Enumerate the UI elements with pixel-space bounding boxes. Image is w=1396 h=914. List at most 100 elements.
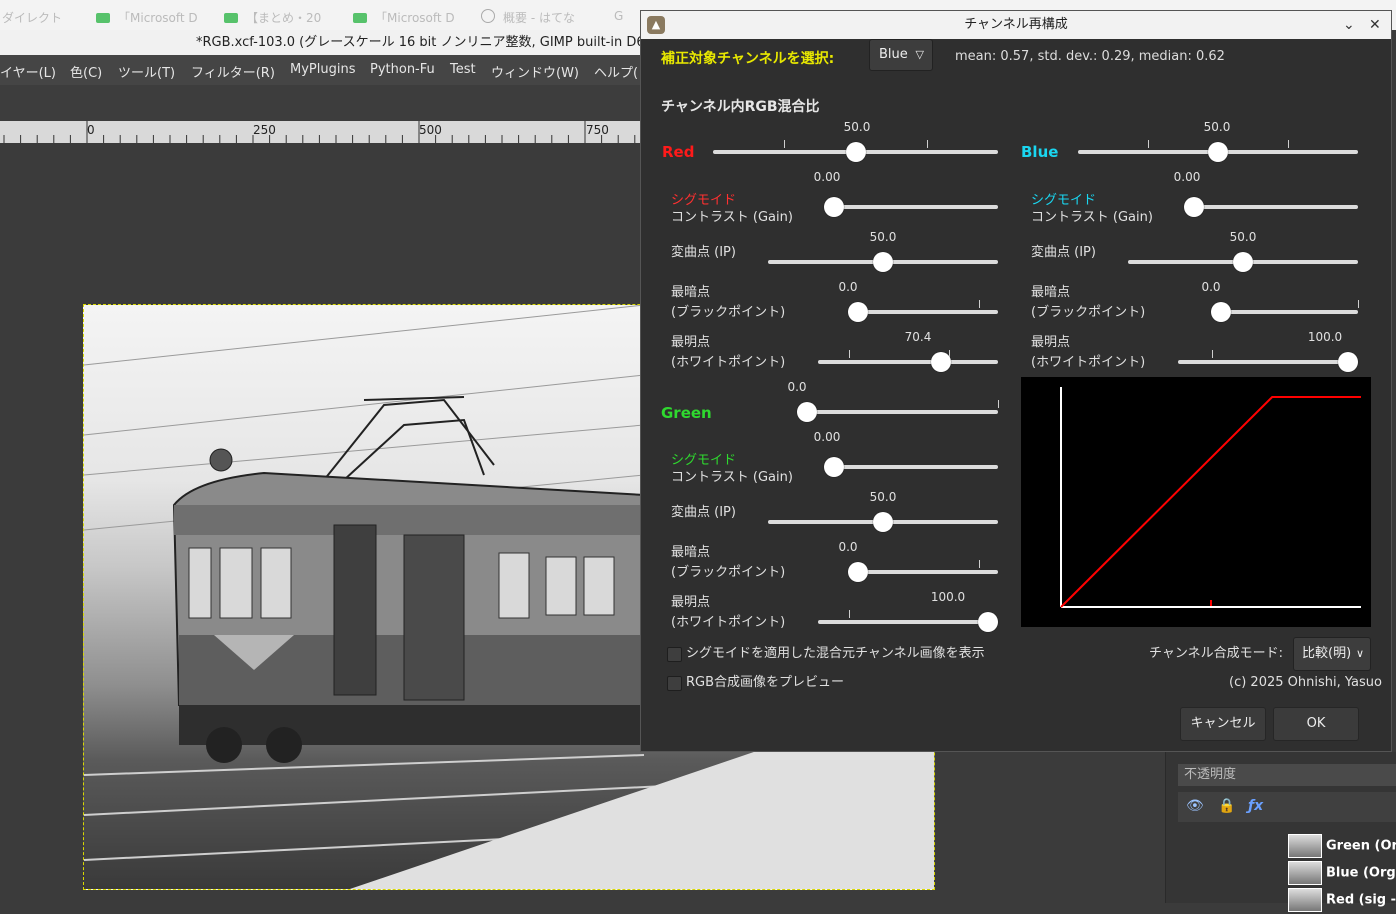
menu-python-fu[interactable]: Python-Fu bbox=[370, 62, 435, 77]
green-channel-label: Green bbox=[661, 404, 712, 422]
red-contrast-label: コントラスト (Gain) bbox=[671, 210, 793, 225]
preview-label: RGB合成画像をプレビュー bbox=[686, 675, 845, 690]
green-black-label-sub: (ブラックポイント) bbox=[671, 565, 786, 580]
chevron-down-icon: ∨ bbox=[1355, 647, 1364, 660]
browser-tab[interactable]: 「Microsoft D bbox=[96, 9, 198, 26]
browser-tab[interactable]: 【まとめ・20 bbox=[224, 9, 321, 26]
green-sigmoid-label: シグモイド bbox=[671, 453, 737, 468]
green-white-slider[interactable] bbox=[818, 610, 998, 632]
red-black-slider[interactable] bbox=[848, 300, 998, 322]
blend-mode-select[interactable]: 比較(明) ∨ bbox=[1293, 637, 1371, 671]
green-ip-slider[interactable] bbox=[768, 512, 998, 532]
red-contrast-value: 0.00 bbox=[813, 170, 841, 184]
edge-icon bbox=[353, 13, 367, 23]
browser-tab[interactable]: ダイレクト bbox=[2, 9, 62, 26]
gimp-menubar: イヤー(L) 色(C) ツール(T) フィルター(R) MyPlugins Py… bbox=[0, 55, 640, 85]
edge-icon bbox=[224, 13, 238, 23]
blue-white-value: 100.0 bbox=[1307, 330, 1343, 344]
red-channel-label: Red bbox=[662, 143, 695, 161]
blue-value: 50.0 bbox=[1203, 120, 1231, 134]
opacity-field[interactable]: 不透明度 bbox=[1178, 764, 1396, 786]
layer-row[interactable]: Green (Org bbox=[1288, 834, 1396, 860]
layer-thumbnail bbox=[1288, 834, 1322, 858]
layer-lock-bar: 👁 🔒 ƒx bbox=[1178, 792, 1396, 822]
preview-checkbox[interactable] bbox=[667, 676, 682, 691]
show-sigmoid-checkbox[interactable] bbox=[667, 647, 682, 662]
blue-ip-value: 50.0 bbox=[1229, 230, 1257, 244]
target-channel-select[interactable]: Blue ▽ bbox=[869, 39, 933, 71]
layer-row[interactable]: Blue (Org - bbox=[1288, 861, 1396, 887]
layer-thumbnail bbox=[1288, 888, 1322, 912]
blue-channel-label: Blue bbox=[1021, 143, 1059, 161]
green-white-label-sub: (ホワイトポイント) bbox=[671, 615, 786, 630]
red-black-label: 最暗点 bbox=[671, 285, 711, 300]
green-value: 0.0 bbox=[787, 380, 807, 394]
curve-preview-graph bbox=[1021, 377, 1371, 627]
green-ip-label: 変曲点 (IP) bbox=[671, 505, 736, 520]
curve-preview-svg bbox=[1060, 387, 1361, 608]
chevron-down-icon: ▽ bbox=[915, 48, 924, 61]
eye-icon[interactable]: 👁 bbox=[1186, 798, 1204, 814]
layer-thumbnail bbox=[1288, 861, 1322, 885]
green-black-value: 0.0 bbox=[838, 540, 858, 554]
red-value: 50.0 bbox=[843, 120, 871, 134]
green-contrast-slider[interactable] bbox=[824, 457, 998, 477]
blue-mix-slider[interactable] bbox=[1078, 140, 1358, 162]
menu-test[interactable]: Test bbox=[450, 62, 476, 77]
mode-label: チャンネル合成モード: bbox=[1149, 646, 1283, 661]
cancel-button[interactable]: キャンセル bbox=[1180, 707, 1266, 741]
red-black-value: 0.0 bbox=[838, 280, 858, 294]
red-sigmoid-label: シグモイド bbox=[671, 193, 737, 208]
menu-help[interactable]: ヘルプ( bbox=[594, 62, 638, 81]
blue-white-label-sub: (ホワイトポイント) bbox=[1031, 355, 1146, 370]
layer-row[interactable]: Red (sig - R bbox=[1288, 888, 1396, 914]
close-icon[interactable]: ✕ bbox=[1369, 11, 1381, 39]
red-mix-slider[interactable] bbox=[713, 140, 998, 162]
red-white-label-sub: (ホワイトポイント) bbox=[671, 355, 786, 370]
minimize-chevron-icon[interactable]: ⌄ bbox=[1343, 11, 1355, 39]
red-ip-value: 50.0 bbox=[869, 230, 897, 244]
green-ip-value: 50.0 bbox=[869, 490, 897, 504]
horizontal-ruler[interactable]: 0 250 500 750 bbox=[0, 121, 640, 143]
red-ip-slider[interactable] bbox=[768, 252, 998, 272]
ruler-label: 750 bbox=[586, 123, 609, 137]
channel-recompose-dialog: ▲ チャンネル再構成 ⌄ ✕ 補正対象チャンネルを選択: Blue ▽ mean… bbox=[640, 10, 1392, 752]
channel-stats: mean: 0.57, std. dev.: 0.29, median: 0.6… bbox=[955, 49, 1225, 64]
blue-sigmoid-label: シグモイド bbox=[1031, 193, 1097, 208]
dialog-titlebar[interactable]: ▲ チャンネル再構成 ⌄ ✕ bbox=[641, 11, 1391, 39]
blue-white-slider[interactable] bbox=[1178, 350, 1358, 372]
browser-tab[interactable]: 概要 - はてな bbox=[481, 9, 575, 26]
ruler-label: 0 bbox=[87, 123, 95, 137]
green-black-label: 最暗点 bbox=[671, 545, 711, 560]
layers-dock: 不透明度 👁 🔒 ƒx Green (Org Blue (Org - Red (… bbox=[1165, 752, 1396, 912]
blue-black-value: 0.0 bbox=[1201, 280, 1221, 294]
browser-tab[interactable]: G bbox=[614, 9, 623, 23]
fx-icon[interactable]: ƒx bbox=[1248, 798, 1263, 814]
dialog-title: チャンネル再構成 bbox=[964, 17, 1068, 32]
menu-windows[interactable]: ウィンドウ(W) bbox=[491, 62, 579, 81]
copyright: (c) 2025 Ohnishi, Yasuo bbox=[1229, 675, 1382, 690]
show-sigmoid-label: シグモイドを適用した混合元チャンネル画像を表示 bbox=[686, 646, 985, 661]
red-white-value: 70.4 bbox=[904, 330, 932, 344]
green-mix-slider[interactable] bbox=[797, 400, 999, 422]
blue-black-slider[interactable] bbox=[1211, 300, 1359, 322]
menu-layer[interactable]: イヤー(L) bbox=[0, 62, 56, 81]
red-white-label: 最明点 bbox=[671, 335, 711, 350]
menu-myplugins[interactable]: MyPlugins bbox=[290, 62, 355, 77]
browser-tab[interactable]: 「Microsoft D bbox=[353, 9, 455, 26]
red-contrast-slider[interactable] bbox=[824, 197, 998, 217]
blue-contrast-slider[interactable] bbox=[1184, 197, 1358, 217]
blue-black-label: 最暗点 bbox=[1031, 285, 1071, 300]
menu-colors[interactable]: 色(C) bbox=[70, 62, 102, 81]
green-contrast-label: コントラスト (Gain) bbox=[671, 470, 793, 485]
ok-button[interactable]: OK bbox=[1273, 707, 1359, 741]
lock-icon[interactable]: 🔒 bbox=[1218, 798, 1235, 814]
red-white-slider[interactable] bbox=[818, 350, 998, 372]
blue-ip-label: 変曲点 (IP) bbox=[1031, 245, 1096, 260]
menu-filters[interactable]: フィルター(R) bbox=[191, 62, 275, 81]
blue-ip-slider[interactable] bbox=[1128, 252, 1358, 272]
green-black-slider[interactable] bbox=[848, 560, 998, 582]
curve-line bbox=[1060, 396, 1361, 608]
ruler-label: 500 bbox=[419, 123, 442, 137]
menu-tools[interactable]: ツール(T) bbox=[118, 62, 175, 81]
